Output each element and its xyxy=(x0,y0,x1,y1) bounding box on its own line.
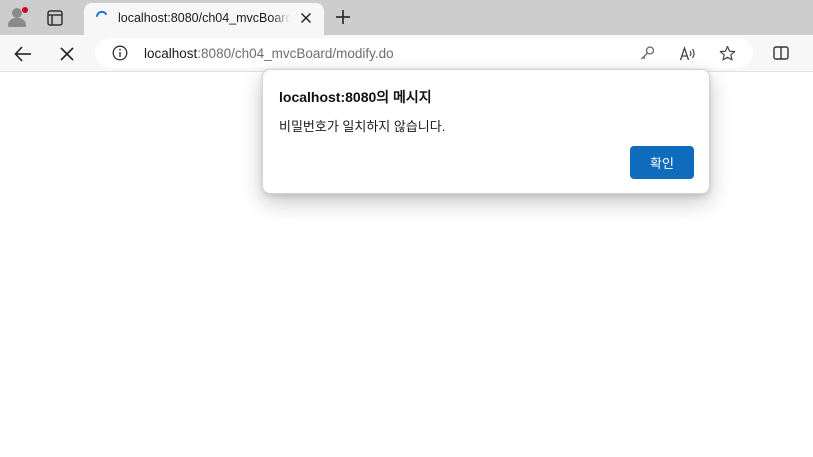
loading-spinner-icon xyxy=(95,10,109,24)
star-icon[interactable] xyxy=(719,45,736,62)
tab-actions-icon[interactable] xyxy=(44,7,66,29)
url-path: :8080/ch04_mvcBoard/modify.do xyxy=(197,46,394,61)
profile-avatar-icon[interactable] xyxy=(6,6,28,28)
browser-toolbar: localhost:8080/ch04_mvcBoard/modify.do xyxy=(0,35,813,72)
close-icon[interactable] xyxy=(298,10,314,26)
address-bar[interactable]: localhost:8080/ch04_mvcBoard/modify.do xyxy=(95,38,753,68)
info-icon[interactable] xyxy=(112,45,128,61)
ok-button[interactable]: 확인 xyxy=(630,146,694,179)
url-host: localhost xyxy=(144,46,198,61)
split-screen-icon[interactable] xyxy=(772,44,790,62)
dialog-title: localhost:8080의 메시지 xyxy=(279,89,432,105)
dialog-message: 비밀번호가 일치하지 않습니다. xyxy=(279,119,446,134)
key-icon[interactable] xyxy=(639,45,656,62)
address-url[interactable]: localhost:8080/ch04_mvcBoard/modify.do xyxy=(144,46,394,61)
back-arrow-icon[interactable] xyxy=(12,43,34,65)
alert-dialog: localhost:8080의 메시지 비밀번호가 일치하지 않습니다. 확인 xyxy=(262,69,710,194)
stop-icon[interactable] xyxy=(56,43,78,65)
tab-title: localhost:8080/ch04_mvcBoard/modify.do xyxy=(118,11,290,25)
plus-icon[interactable] xyxy=(334,8,352,26)
read-aloud-icon[interactable] xyxy=(679,45,696,62)
browser-tab[interactable]: localhost:8080/ch04_mvcBoard/modify.do xyxy=(84,3,324,35)
tab-strip: localhost:8080/ch04_mvcBoard/modify.do xyxy=(0,0,813,35)
